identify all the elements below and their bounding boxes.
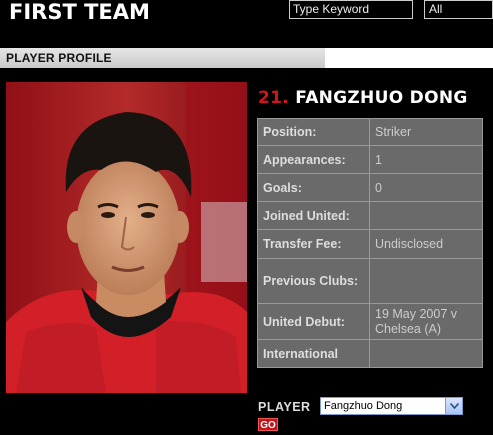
player-select[interactable]: Fangzhuo Dong bbox=[320, 397, 463, 415]
stat-label-united-debut: United Debut: bbox=[257, 303, 370, 340]
stat-value-previous-clubs bbox=[369, 258, 483, 304]
player-name-heading: 21. FANGZHUO DONG bbox=[258, 88, 468, 108]
table-row: Transfer Fee: Undisclosed bbox=[257, 229, 483, 259]
stat-value-joined bbox=[369, 201, 483, 230]
player-name: FANGZHUO DONG bbox=[295, 88, 468, 108]
dropdown-arrow-icon[interactable] bbox=[445, 398, 462, 414]
section-bar: PLAYER PROFILE bbox=[0, 48, 493, 68]
page-title: FIRST TEAM bbox=[9, 0, 150, 24]
stat-label-goals: Goals: bbox=[257, 173, 370, 202]
table-row: Goals: 0 bbox=[257, 173, 483, 202]
stat-value-international bbox=[369, 339, 483, 368]
stat-label-previous-clubs: Previous Clubs: bbox=[257, 258, 370, 304]
player-select-value: Fangzhuo Dong bbox=[324, 400, 403, 412]
category-select[interactable]: All bbox=[424, 0, 493, 19]
table-row: Previous Clubs: bbox=[257, 258, 483, 304]
player-photo-image bbox=[6, 82, 247, 393]
table-row: International bbox=[257, 339, 483, 368]
chevron-down-icon bbox=[450, 403, 459, 409]
player-photo bbox=[6, 82, 247, 393]
stat-value-transfer-fee: Undisclosed bbox=[369, 229, 483, 259]
stat-value-goals: 0 bbox=[369, 173, 483, 202]
stat-label-international: International bbox=[257, 339, 370, 368]
stat-value-appearances: 1 bbox=[369, 145, 483, 174]
stat-label-position: Position: bbox=[257, 118, 370, 146]
table-row: United Debut: 19 May 2007 v Chelsea (A) bbox=[257, 303, 483, 340]
table-row: Appearances: 1 bbox=[257, 145, 483, 174]
player-number: 21. bbox=[258, 88, 290, 108]
stat-label-joined: Joined United: bbox=[257, 201, 370, 230]
table-row: Position: Striker bbox=[257, 118, 483, 146]
top-header: FIRST TEAM Type Keyword All bbox=[0, 0, 493, 46]
stat-value-position: Striker bbox=[369, 118, 483, 146]
stat-value-united-debut: 19 May 2007 v Chelsea (A) bbox=[369, 303, 483, 340]
player-stats-table: Position: Striker Appearances: 1 Goals: … bbox=[257, 118, 483, 368]
section-label: PLAYER PROFILE bbox=[6, 51, 112, 65]
search-input[interactable]: Type Keyword bbox=[289, 0, 413, 19]
player-select-label: PLAYER bbox=[258, 400, 311, 414]
table-row: Joined United: bbox=[257, 201, 483, 230]
stat-label-transfer-fee: Transfer Fee: bbox=[257, 229, 370, 259]
stat-label-appearances: Appearances: bbox=[257, 145, 370, 174]
go-button[interactable]: GO bbox=[258, 418, 278, 431]
